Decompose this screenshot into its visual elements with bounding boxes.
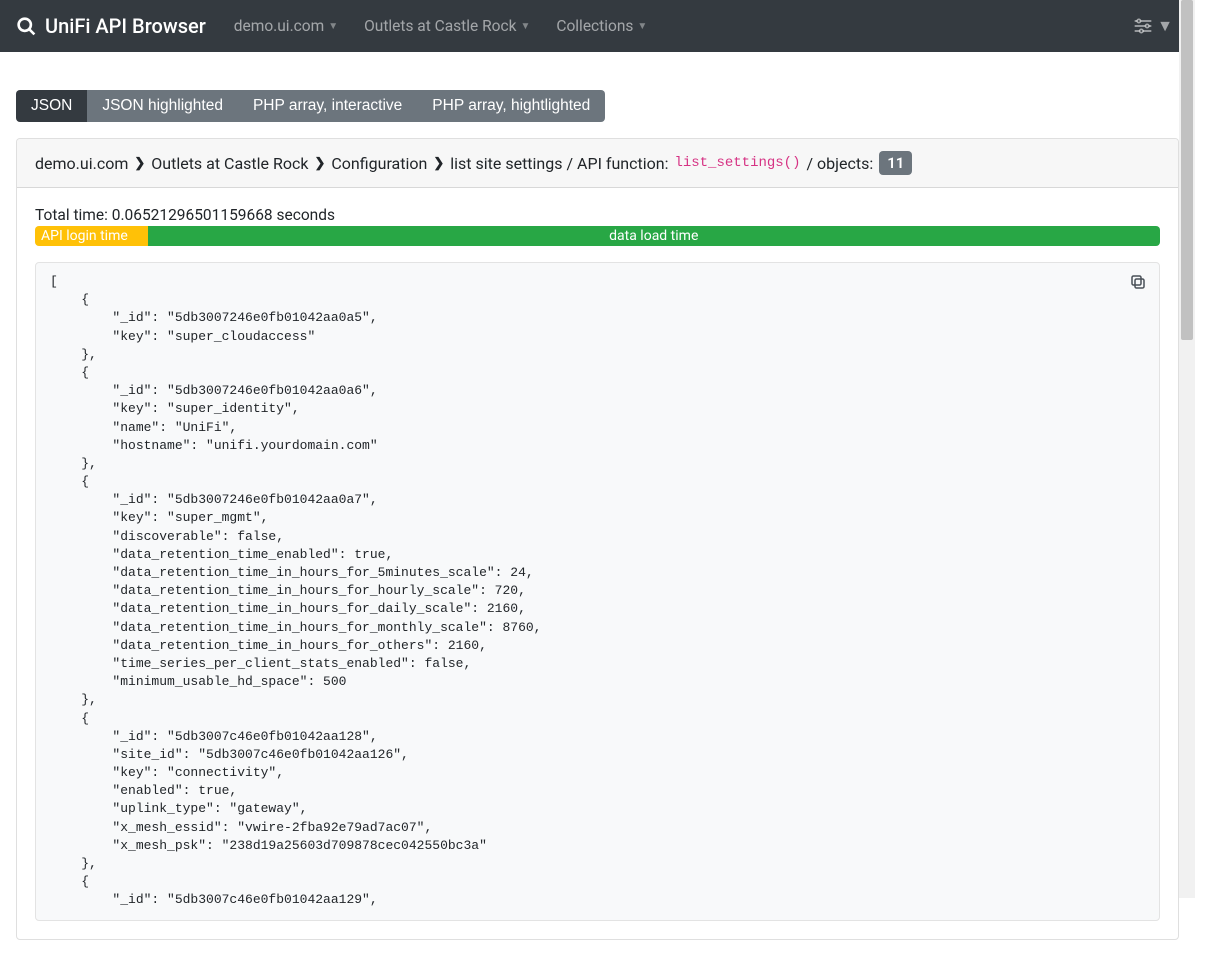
nav-controller-dropdown[interactable]: demo.ui.com ▼	[224, 9, 348, 43]
brand[interactable]: UniFi API Browser	[16, 14, 206, 38]
nav-settings-dropdown[interactable]: ▼	[1127, 8, 1179, 44]
json-output[interactable]: [ { "_id": "5db3007246e0fb01042aa0a5", "…	[50, 273, 1145, 910]
sliders-icon	[1133, 17, 1153, 35]
nav-links: demo.ui.com ▼ Outlets at Castle Rock ▼ C…	[224, 9, 1127, 43]
caret-down-icon: ▼	[637, 21, 647, 32]
result-card: demo.ui.com ❯ Outlets at Castle Rock ❯ C…	[16, 138, 1179, 940]
breadcrumb-objects-label: / objects:	[806, 154, 873, 173]
chevron-right-icon: ❯	[433, 156, 444, 171]
nav-collections-label: Collections	[556, 17, 633, 35]
search-icon	[16, 16, 37, 37]
tab-php-highlighted[interactable]: PHP array, hightlighted	[417, 90, 605, 122]
json-panel: [ { "_id": "5db3007246e0fb01042aa0a5", "…	[35, 262, 1160, 921]
caret-down-icon: ▼	[520, 21, 530, 32]
object-count-badge: 11	[879, 151, 912, 175]
caret-down-icon: ▼	[1157, 16, 1173, 36]
nav-collections-dropdown[interactable]: Collections ▼	[546, 9, 657, 43]
nav-site-dropdown[interactable]: Outlets at Castle Rock ▼	[354, 9, 540, 43]
progress-api-login: API login time	[35, 226, 148, 246]
timing-total-label: Total time:	[35, 206, 108, 224]
page-scrollbar-thumb[interactable]	[1181, 0, 1193, 340]
navbar: UniFi API Browser demo.ui.com ▼ Outlets …	[0, 0, 1195, 52]
tab-php-interactive[interactable]: PHP array, interactive	[238, 90, 417, 122]
tab-json[interactable]: JSON	[16, 90, 87, 122]
breadcrumb-api-function: list_settings()	[674, 155, 800, 171]
nav-site-label: Outlets at Castle Rock	[364, 17, 516, 35]
breadcrumb-collection: Configuration	[331, 154, 427, 173]
copy-icon[interactable]	[1129, 273, 1147, 291]
card-header: demo.ui.com ❯ Outlets at Castle Rock ❯ C…	[17, 139, 1178, 188]
nav-controller-label: demo.ui.com	[234, 17, 324, 35]
output-format-tabs: JSON JSON highlighted PHP array, interac…	[16, 90, 605, 122]
breadcrumb-site: Outlets at Castle Rock	[151, 154, 308, 173]
timing-total: Total time: 0.06521296501159668 seconds	[35, 206, 1160, 224]
brand-title: UniFi API Browser	[45, 14, 206, 38]
page-scrollbar[interactable]	[1179, 0, 1195, 898]
breadcrumb: demo.ui.com ❯ Outlets at Castle Rock ❯ C…	[35, 151, 1160, 175]
chevron-right-icon: ❯	[134, 156, 145, 171]
timing-total-suffix: seconds	[276, 206, 334, 224]
timing-total-value: 0.06521296501159668	[112, 206, 273, 224]
caret-down-icon: ▼	[328, 21, 338, 32]
breadcrumb-function-label: list site settings / API function:	[450, 154, 668, 173]
card-body: Total time: 0.06521296501159668 seconds …	[17, 188, 1178, 939]
breadcrumb-controller: demo.ui.com	[35, 154, 128, 173]
timing-progress: API login time data load time	[35, 226, 1160, 246]
chevron-right-icon: ❯	[314, 156, 325, 171]
progress-data-load: data load time	[148, 226, 1161, 246]
tab-json-highlighted[interactable]: JSON highlighted	[87, 90, 238, 122]
